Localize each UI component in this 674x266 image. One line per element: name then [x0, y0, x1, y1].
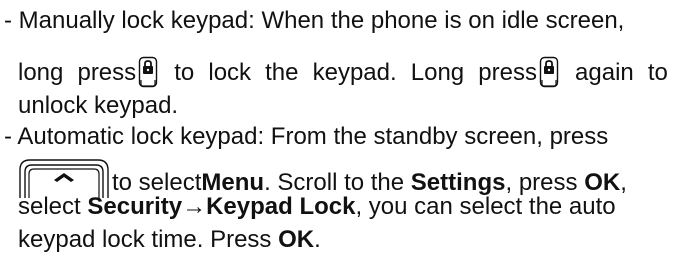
para2-text-3b: , you can select the auto: [355, 193, 616, 220]
para1-word-keypad: keypad.: [312, 59, 397, 86]
para2-text-3a: select: [18, 193, 88, 220]
para1-text-3: unlock keypad.: [18, 92, 179, 119]
para1-word-the: the: [265, 59, 299, 86]
para2-line1: - Automatic lock keypad: From the standb…: [4, 122, 608, 152]
para1-word-to: to: [174, 59, 195, 86]
para1-line1: - Manually lock keypad: When the phone i…: [4, 6, 624, 36]
para1-word-to-2: to: [647, 59, 668, 86]
para1-word-press-lock: press: [77, 56, 160, 88]
para1-word-long-2: Long: [410, 59, 465, 86]
para1-word-long: long: [18, 59, 64, 86]
para2-line4: keypad lock time. Press OK.: [18, 225, 321, 255]
para1-word-lock: lock: [208, 59, 252, 86]
keypad-lock-key-icon: [539, 56, 559, 88]
security-keypad-lock-path: Security→Keypad Lock: [87, 193, 356, 220]
para1-word-again: again: [575, 59, 634, 86]
para2-text-1: - Automatic lock keypad: From the standb…: [4, 123, 609, 150]
para2-text-4b: .: [314, 226, 321, 253]
para1-word-press-2: press: [478, 59, 537, 86]
para2-text-2d: ,: [620, 169, 627, 196]
ok-label-2: OK: [278, 226, 315, 253]
para1-line2: long press to lock the keypad. Long pres…: [18, 56, 668, 88]
para1-text-1: - Manually lock keypad: When the phone i…: [4, 7, 625, 34]
para1-word-press-lock-2: press: [478, 56, 561, 88]
para1-line3: unlock keypad.: [18, 91, 178, 121]
para2-line3: select Security→Keypad Lock, you can sel…: [18, 192, 616, 222]
keypad-lock-key-icon: [138, 56, 158, 88]
para1-word-press: press: [77, 59, 137, 86]
para2-text-4a: keypad lock time. Press: [18, 226, 279, 253]
